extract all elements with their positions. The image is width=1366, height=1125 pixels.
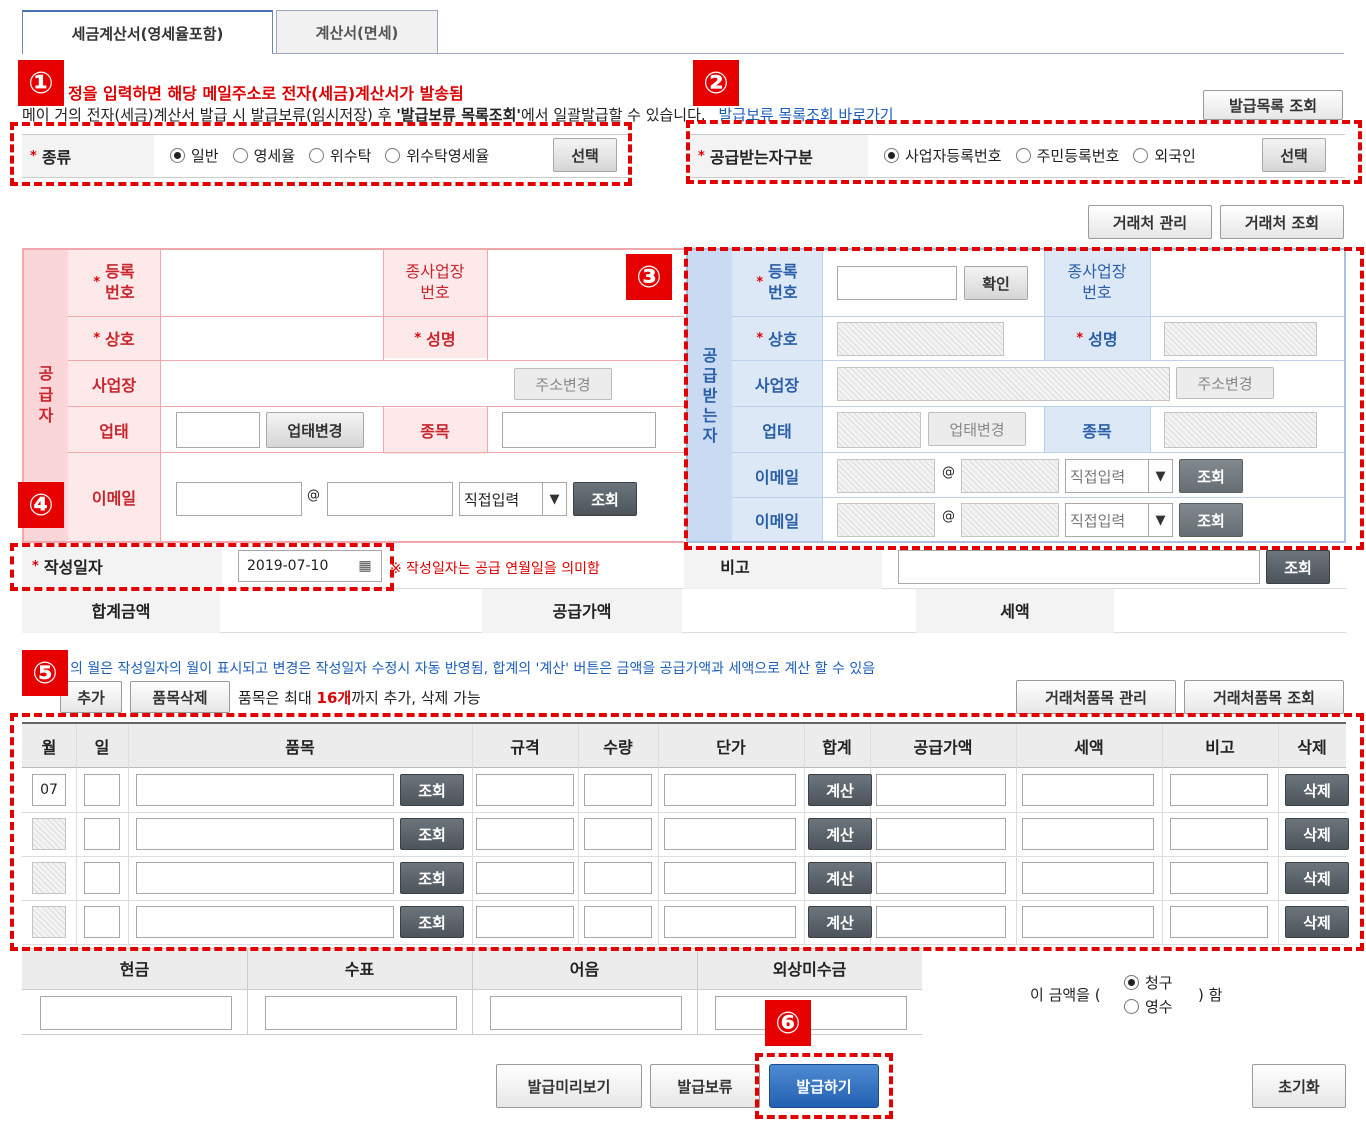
badge-5: ⑤ [22, 650, 68, 696]
supplier-biz-type-label: 업태 [99, 422, 129, 441]
write-date-note: ※ 작성일자는 공급 연월일을 의미함 [390, 561, 600, 577]
amount-prefix: 이 금액을 ( [1030, 986, 1101, 1004]
annotation-box-6 [755, 1053, 893, 1119]
supplier-email-domain-select[interactable]: 직접입력 ▼ [459, 482, 567, 516]
supplier-email-lookup-button[interactable]: 조회 [573, 482, 637, 516]
supplier-biz-type-input[interactable] [176, 412, 260, 448]
supplier-email-domain-input[interactable] [327, 482, 453, 516]
item-add-button[interactable]: 추가 [60, 681, 122, 713]
annotation-box-5 [10, 713, 1364, 951]
badge-3: ③ [626, 254, 672, 300]
radio-icon [1124, 999, 1139, 1014]
radio-icon [1124, 975, 1139, 990]
payment-credit-label: 외상미수금 [772, 960, 847, 979]
badge-1: ① [18, 60, 64, 106]
tab-invoice-exempt[interactable]: 계산서(면세) [276, 10, 438, 54]
annotation-box-4 [10, 543, 394, 591]
payment-check-label: 수표 [344, 960, 375, 979]
supplier-address-change-button[interactable]: 주소변경 [514, 368, 612, 400]
annotation-box-2 [686, 120, 1362, 184]
payment-cash-label: 현금 [119, 960, 150, 979]
supplier-item-label: 종목 [420, 422, 450, 441]
partner-lookup-button[interactable]: 거래처 조회 [1220, 205, 1344, 239]
amount-suffix: ) 함 [1198, 986, 1223, 1004]
item-delete-button[interactable]: 품목삭제 [130, 681, 230, 713]
tab-tax-invoice[interactable]: 세금계산서(영세율포함) [22, 10, 273, 54]
totals-row [22, 589, 1346, 633]
partner-item-manage-button[interactable]: 거래처품목 관리 [1016, 680, 1176, 714]
supplier-email-at: @ [307, 488, 320, 503]
supplier-company-label: * 상호 [93, 330, 135, 349]
tab-divider [272, 53, 1344, 54]
payment-check-input[interactable] [265, 996, 457, 1030]
supplier-email-label: 이메일 [91, 488, 137, 508]
payment-bill-label: 어음 [569, 960, 600, 979]
remark-input[interactable] [898, 550, 1260, 584]
badge-4: ④ [18, 482, 64, 528]
remark-label: 비고 [720, 558, 750, 577]
supplier-address-label: 사업장 [91, 376, 137, 395]
supply-label: 공급가액 [552, 602, 612, 621]
tax-label: 세액 [1000, 602, 1030, 621]
supplier-sub-biz-label: 종사업장 번호 [405, 262, 465, 302]
amount-radio-receipt[interactable]: 영수 [1124, 996, 1173, 1017]
supplier-biz-type-change-button[interactable]: 업태변경 [266, 412, 364, 448]
badge-6: ⑥ [765, 1000, 811, 1046]
email-notice: 정을 입력하면 해당 메일주소로 전자(세금)계산서가 발송됨 [68, 84, 464, 103]
annotation-box-3 [684, 247, 1364, 550]
items-limit-text: 품목은 최대 16개까지 추가, 삭제 가능 [238, 689, 481, 707]
supplier-reg-no-label: * 등록 번호 [93, 262, 135, 302]
items-notice: 의 월은 작성일자의 월이 표시되고 변경은 작성일자 수정시 자동 반영됨, … [70, 661, 876, 677]
sum-label: 합계금액 [91, 602, 151, 621]
issue-hold-button[interactable]: 발급보류 [650, 1064, 760, 1108]
annotation-box-1 [10, 122, 632, 186]
payment-credit-input[interactable] [715, 996, 907, 1030]
payment-cash-input[interactable] [40, 996, 232, 1030]
remark-lookup-button[interactable]: 조회 [1266, 550, 1330, 584]
badge-2: ② [693, 60, 739, 106]
chevron-down-icon: ▼ [542, 483, 566, 515]
supplier-email-id-input[interactable] [176, 482, 302, 516]
supplier-item-input[interactable] [502, 412, 656, 448]
reset-button[interactable]: 초기화 [1252, 1064, 1346, 1108]
amount-radio-claim[interactable]: 청구 [1124, 972, 1173, 993]
issue-list-button[interactable]: 발급목록 조회 [1203, 90, 1343, 120]
issue-preview-button[interactable]: 발급미리보기 [496, 1064, 642, 1108]
supplier-name-label: * 성명 [414, 330, 456, 349]
payment-bill-input[interactable] [490, 996, 682, 1030]
partner-manage-button[interactable]: 거래처 관리 [1088, 205, 1212, 239]
partner-item-lookup-button[interactable]: 거래처품목 조회 [1184, 680, 1344, 714]
